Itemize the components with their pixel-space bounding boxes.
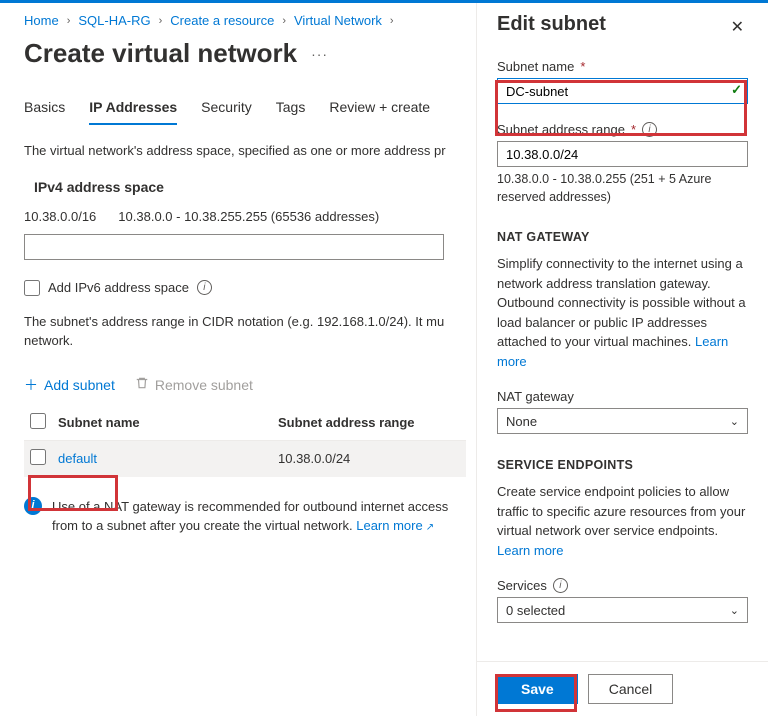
address-range-input[interactable] (497, 141, 748, 167)
remove-subnet-button[interactable]: Remove subnet (135, 376, 253, 393)
subnet-description: The subnet's address range in CIDR notat… (24, 312, 466, 351)
tab-basics[interactable]: Basics (24, 99, 65, 125)
chevron-right-icon: › (390, 15, 394, 27)
services-label: Services (497, 578, 547, 593)
cancel-button[interactable]: Cancel (588, 674, 674, 704)
subnet-link-default[interactable]: default (58, 451, 97, 466)
save-button[interactable]: Save (497, 674, 578, 704)
chevron-right-icon: › (282, 15, 286, 27)
ipv6-checkbox[interactable] (24, 280, 40, 296)
service-endpoints-caption: SERVICE ENDPOINTS (497, 458, 748, 472)
chevron-down-icon: ⌄ (730, 415, 739, 428)
breadcrumb-item-vnet[interactable]: Virtual Network (294, 13, 382, 28)
page-title: Create virtual network (24, 38, 297, 69)
tab-tags[interactable]: Tags (276, 99, 306, 125)
subnet-table: Subnet name Subnet address range default… (24, 405, 466, 477)
services-select[interactable]: 0 selected ⌄ (497, 597, 748, 623)
required-indicator: * (631, 122, 636, 137)
breadcrumb: Home › SQL-HA-RG › Create a resource › V… (24, 13, 466, 28)
tabs: Basics IP Addresses Security Tags Review… (24, 99, 466, 125)
col-header-name: Subnet name (58, 415, 278, 430)
address-range-hint: 10.38.0.0 - 10.38.0.255 (251 + 5 Azure r… (497, 171, 748, 206)
edit-subnet-pane: Edit subnet ✕ Subnet name * ✓ Subnet add… (476, 3, 768, 716)
required-indicator: * (580, 59, 585, 74)
close-icon[interactable]: ✕ (727, 13, 748, 41)
info-icon[interactable]: i (197, 280, 212, 295)
address-range-label: Subnet address range (497, 122, 625, 137)
breadcrumb-item-create[interactable]: Create a resource (170, 13, 274, 28)
ipv4-cidr-range: 10.38.0.0 - 10.38.255.255 (65536 address… (118, 209, 379, 224)
chevron-right-icon: › (159, 15, 163, 27)
chevron-right-icon: › (67, 15, 71, 27)
nat-gateway-label: NAT gateway (497, 389, 574, 404)
plus-icon: ＋ (24, 375, 38, 395)
row-range: 10.38.0.0/24 (278, 451, 466, 466)
breadcrumb-item-home[interactable]: Home (24, 13, 59, 28)
more-actions-button[interactable]: ··· (311, 46, 328, 62)
tab-review-create[interactable]: Review + create (329, 99, 430, 125)
col-header-range: Subnet address range (278, 415, 466, 430)
chevron-down-icon: ⌄ (730, 604, 739, 617)
learn-more-link[interactable]: Learn more↗ (356, 518, 434, 533)
se-learn-more-link[interactable]: Learn more (497, 543, 563, 558)
table-row[interactable]: default 10.38.0.0/24 (24, 441, 466, 477)
ipv4-cidr: 10.38.0.0/16 (24, 209, 96, 224)
pane-title: Edit subnet (497, 13, 606, 36)
trash-icon (135, 376, 149, 393)
info-icon[interactable]: i (642, 122, 657, 137)
nat-gateway-caption: NAT GATEWAY (497, 230, 748, 244)
select-all-checkbox[interactable] (30, 413, 46, 429)
ipv4-cidr-input[interactable] (24, 234, 444, 260)
ipv4-header: IPv4 address space (34, 179, 466, 195)
nat-gateway-select[interactable]: None ⌄ (497, 408, 748, 434)
info-solid-icon: i (24, 497, 42, 515)
checkmark-icon: ✓ (731, 82, 742, 98)
breadcrumb-item-rg[interactable]: SQL-HA-RG (78, 13, 150, 28)
tab-ip-addresses[interactable]: IP Addresses (89, 99, 177, 125)
row-checkbox[interactable] (30, 449, 46, 465)
service-endpoints-description: Create service endpoint policies to allo… (497, 484, 745, 538)
external-link-icon: ↗ (426, 522, 434, 533)
ipv6-label: Add IPv6 address space (48, 280, 189, 295)
subnet-name-input[interactable] (497, 78, 748, 104)
add-subnet-button[interactable]: ＋ Add subnet (24, 375, 115, 395)
info-icon[interactable]: i (553, 578, 568, 593)
nat-recommendation: i Use of a NAT gateway is recommended fo… (24, 497, 466, 536)
subnet-name-label: Subnet name (497, 59, 574, 74)
address-space-description: The virtual network's address space, spe… (24, 141, 466, 161)
tab-security[interactable]: Security (201, 99, 252, 125)
